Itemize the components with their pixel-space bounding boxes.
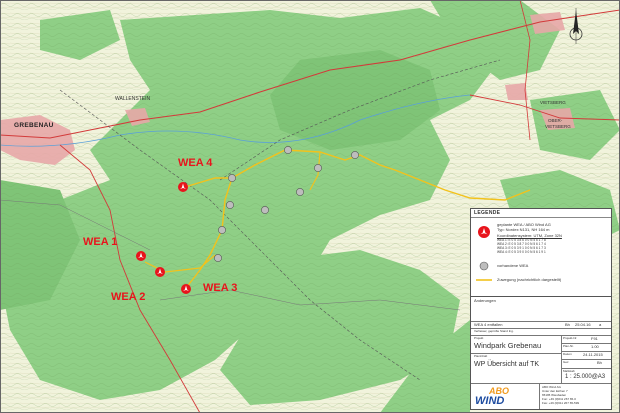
tb-row2: Verfasser, geprüfte Stand Ing.: [474, 329, 514, 333]
existing-wea-legend-icon: [479, 261, 489, 271]
tb-row1-index: a: [599, 322, 602, 327]
legend-access-label: Zuwegung (nachrichtlich dargestellt): [497, 277, 562, 282]
logo-line-2: WIND: [475, 395, 505, 407]
existing-wea-icon: [228, 174, 236, 182]
tb-drawn: Bh: [597, 360, 602, 365]
place-label-wallenstein: WALLENSTEIN: [115, 96, 151, 102]
tb-project-no: F91: [591, 336, 598, 341]
existing-wea-icon: [261, 206, 269, 214]
place-label-vietsberg-2: VIETSBERG: [545, 124, 571, 129]
legend-panel: LEGENDE geplante WEA / ABO Wind AG Typ: …: [470, 208, 612, 304]
legend-existing-label: vorhandene WEA: [497, 263, 529, 268]
access-route-legend-icon: [476, 279, 492, 281]
company-logo: ABO WIND: [475, 386, 535, 410]
place-label-grebenau: GREBENAU: [14, 122, 54, 129]
tb-plan-title: WP Übersicht auf TK: [474, 361, 540, 368]
north-arrow-icon: [569, 8, 583, 44]
existing-wea-icon: [314, 164, 322, 172]
wea-2-label: WEA 2: [111, 291, 146, 303]
tb-revision-header: Änderungen: [474, 298, 496, 303]
place-label-vietsberg: VIETSBERG: [540, 100, 566, 105]
wea-4-label: WEA 4: [178, 157, 213, 169]
existing-wea-icon: [351, 151, 359, 159]
tb-drawn-label: Gez.: [563, 360, 570, 364]
wea-2-icon: [155, 267, 165, 277]
settlement-east: [505, 83, 528, 100]
tb-scale: 1 : 25.000@A3: [565, 374, 606, 380]
company-addr-5: Fax: +49 (0)611 267 65-599: [542, 401, 580, 405]
existing-wea-icon: [226, 201, 234, 209]
legend-planned-type: Typ: Nordex N131, NH 164 m: [497, 227, 550, 232]
existing-wea-icon: [214, 254, 222, 262]
tb-date: 24.11.2015: [583, 352, 603, 357]
tb-row1-initials: Bh: [565, 322, 570, 327]
tb-row1-date: 25.04.16: [575, 322, 591, 327]
title-block: Änderungen WEA 4 entfallen Bh 25.04.16 a…: [470, 296, 612, 410]
tb-plan-no-label: Plan-Nr.: [563, 344, 574, 348]
tb-row1: WEA 4 entfallen: [474, 322, 503, 327]
place-label-ober: OBER-: [548, 118, 563, 123]
wea-3-label: WEA 3: [203, 282, 238, 294]
tb-plan-no: 1.00: [591, 344, 599, 349]
tb-project-name: Windpark Grebenau: [474, 341, 542, 350]
existing-wea-icon: [218, 226, 226, 234]
tb-project-no-label: Projekt-Nr.: [563, 336, 578, 340]
tb-date-label: Datum: [563, 352, 572, 356]
tb-plan-label: Planinhalt: [474, 354, 488, 358]
planned-wea-icon: [478, 226, 490, 238]
wea-1-icon: [136, 251, 146, 261]
wea-4-icon: [178, 182, 188, 192]
existing-wea-icon: [284, 146, 292, 154]
legend-title: LEGENDE: [471, 209, 611, 218]
wea-1-label: WEA 1: [83, 236, 118, 248]
existing-wea-icon: [296, 188, 304, 196]
wea-3-icon: [181, 284, 191, 294]
legend-coord-4: WEA 4: E 0 5 3 9 0 0 0 N 5 6 1 9 1: [497, 250, 546, 254]
